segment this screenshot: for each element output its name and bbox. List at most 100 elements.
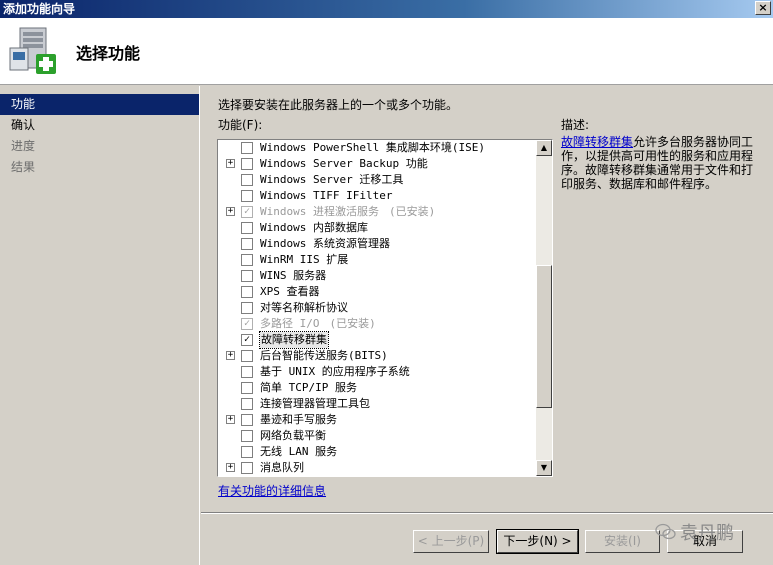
feature-checkbox[interactable] bbox=[241, 190, 253, 202]
feature-name: XPS 查看器 bbox=[260, 285, 320, 298]
feature-checkbox[interactable] bbox=[241, 462, 253, 474]
feature-label: 网络负载平衡 bbox=[260, 428, 326, 444]
description-text: 故障转移群集允许多台服务器协同工作，以提供高可用性的服务和应用程序。故障转移群集… bbox=[561, 135, 761, 191]
feature-label: 墨迹和手写服务 bbox=[260, 412, 337, 428]
feature-checkbox[interactable] bbox=[241, 350, 253, 362]
feature-row[interactable]: + Windows Server Backup 功能 bbox=[218, 156, 536, 172]
expand-icon[interactable]: + bbox=[226, 159, 235, 168]
install-button[interactable]: 安装(I) bbox=[585, 530, 660, 553]
feature-row[interactable]: 无线 LAN 服务 bbox=[218, 444, 536, 460]
feature-name: 简单 TCP/IP 服务 bbox=[260, 381, 357, 394]
feature-row[interactable]: Windows TIFF IFilter bbox=[218, 188, 536, 204]
feature-checkbox[interactable] bbox=[241, 158, 253, 170]
sidebar-item-confirm: 确认 bbox=[11, 118, 36, 132]
feature-name: 对等名称解析协议 bbox=[260, 301, 348, 314]
window-titlebar: 添加功能向导 × bbox=[0, 0, 773, 18]
feature-row[interactable]: Windows 系统资源管理器 bbox=[218, 236, 536, 252]
feature-row[interactable]: 对等名称解析协议 bbox=[218, 300, 536, 316]
feature-label: WinRM IIS 扩展 bbox=[260, 252, 348, 268]
feature-checkbox[interactable] bbox=[241, 222, 253, 234]
close-button[interactable]: × bbox=[755, 1, 771, 15]
feature-name: WINS 服务器 bbox=[260, 269, 327, 282]
feature-label: Windows 进程激活服务 (已安装) bbox=[260, 204, 435, 220]
back-button[interactable]: < 上一步(P) bbox=[413, 530, 489, 553]
scroll-up-button[interactable]: ▲ bbox=[536, 140, 552, 156]
feature-row[interactable]: Windows PowerShell 集成脚本环境(ISE) bbox=[218, 140, 536, 156]
feature-name: Windows 进程激活服务 bbox=[260, 205, 379, 218]
feature-name: Windows Server Backup 功能 bbox=[260, 157, 428, 170]
feature-name: 连接管理器管理工具包 bbox=[260, 397, 370, 410]
feature-name: Windows Server 迁移工具 bbox=[260, 173, 404, 186]
feature-checkbox: ✓ bbox=[241, 318, 253, 330]
server-add-icon bbox=[9, 27, 56, 74]
scroll-thumb[interactable] bbox=[536, 265, 552, 408]
feature-label: 多路径 I/O (已安装) bbox=[260, 316, 376, 332]
feature-name: 无线 LAN 服务 bbox=[260, 445, 338, 458]
feature-name: Windows 内部数据库 bbox=[260, 221, 368, 234]
feature-label: 故障转移群集 bbox=[259, 331, 329, 349]
feature-checkbox[interactable] bbox=[241, 174, 253, 186]
feature-checkbox[interactable] bbox=[241, 302, 253, 314]
feature-label: Windows 内部数据库 bbox=[260, 220, 368, 236]
feature-row[interactable]: XPS 查看器 bbox=[218, 284, 536, 300]
feature-checkbox[interactable] bbox=[241, 286, 253, 298]
feature-row[interactable]: Windows Server 迁移工具 bbox=[218, 172, 536, 188]
feature-label: 连接管理器管理工具包 bbox=[260, 396, 370, 412]
feature-name: Windows TIFF IFilter bbox=[260, 189, 393, 202]
installed-badge: (已安装) bbox=[388, 205, 436, 218]
feature-checkbox[interactable] bbox=[241, 430, 253, 442]
feature-checkbox[interactable] bbox=[241, 414, 253, 426]
feature-row[interactable]: WinRM IIS 扩展 bbox=[218, 252, 536, 268]
wizard-header: 选择功能 bbox=[0, 18, 773, 85]
features-tree[interactable]: Windows PowerShell 集成脚本环境(ISE) + Windows S… bbox=[217, 139, 553, 477]
feature-label: Windows PowerShell 集成脚本环境(ISE) bbox=[260, 140, 485, 156]
feature-checkbox[interactable]: ✓ bbox=[241, 334, 253, 346]
main-panel: 选择要安装在此服务器上的一个或多个功能。 功能(F): Windows Powe… bbox=[201, 86, 773, 512]
feature-row[interactable]: WINS 服务器 bbox=[218, 268, 536, 284]
feature-name: Windows 系统资源管理器 bbox=[260, 237, 390, 250]
expand-icon[interactable]: + bbox=[226, 351, 235, 360]
feature-row[interactable]: 网络负载平衡 bbox=[218, 428, 536, 444]
feature-checkbox[interactable] bbox=[241, 382, 253, 394]
feature-checkbox[interactable] bbox=[241, 446, 253, 458]
feature-row[interactable]: + 墨迹和手写服务 bbox=[218, 412, 536, 428]
feature-name: Windows PowerShell 集成脚本环境(ISE) bbox=[260, 141, 485, 154]
wechat-icon bbox=[655, 523, 676, 540]
feature-checkbox[interactable] bbox=[241, 254, 253, 266]
scroll-down-button[interactable]: ▼ bbox=[536, 460, 552, 476]
feature-row[interactable]: 连接管理器管理工具包 bbox=[218, 396, 536, 412]
feature-row[interactable]: + 后台智能传送服务(BITS) bbox=[218, 348, 536, 364]
feature-name: 网络负载平衡 bbox=[260, 429, 326, 442]
feature-label: WINS 服务器 bbox=[260, 268, 326, 284]
feature-name: 后台智能传送服务(BITS) bbox=[260, 349, 388, 362]
more-info-link[interactable]: 有关功能的详细信息 bbox=[218, 482, 326, 499]
feature-label: XPS 查看器 bbox=[260, 284, 320, 300]
feature-row[interactable]: 简单 TCP/IP 服务 bbox=[218, 380, 536, 396]
feature-checkbox[interactable] bbox=[241, 270, 253, 282]
next-button[interactable]: 下一步(N) > bbox=[496, 529, 579, 554]
feature-row[interactable]: + ✓ Windows 进程激活服务 (已安装) bbox=[218, 204, 536, 220]
feature-checkbox[interactable] bbox=[241, 398, 253, 410]
feature-name: 多路径 I/O bbox=[260, 317, 320, 330]
expand-icon[interactable]: + bbox=[226, 415, 235, 424]
feature-row[interactable]: + 消息队列 bbox=[218, 460, 536, 476]
feature-checkbox[interactable] bbox=[241, 142, 253, 154]
expand-icon[interactable]: + bbox=[226, 463, 235, 472]
expand-icon[interactable]: + bbox=[226, 207, 235, 216]
watermark-text: 袁丹鹏 bbox=[680, 523, 734, 544]
feature-label: 简单 TCP/IP 服务 bbox=[260, 380, 357, 396]
feature-row[interactable]: Windows 内部数据库 bbox=[218, 220, 536, 236]
feature-label: Windows TIFF IFilter bbox=[260, 188, 392, 204]
feature-row[interactable]: 基于 UNIX 的应用程序子系统 bbox=[218, 364, 536, 380]
feature-checkbox[interactable] bbox=[241, 238, 253, 250]
feature-name: 基于 UNIX 的应用程序子系统 bbox=[260, 365, 410, 378]
feature-row[interactable]: ✓ 多路径 I/O (已安装) bbox=[218, 316, 536, 332]
feature-label: 无线 LAN 服务 bbox=[260, 444, 337, 460]
features-scrollbar[interactable]: ▲ ▼ bbox=[536, 140, 552, 476]
feature-checkbox: ✓ bbox=[241, 206, 253, 218]
feature-label: 基于 UNIX 的应用程序子系统 bbox=[260, 364, 410, 380]
sidebar-item-progress: 进度 bbox=[11, 139, 36, 153]
feature-row[interactable]: ✓ 故障转移群集 bbox=[218, 331, 536, 349]
feature-checkbox[interactable] bbox=[241, 366, 253, 378]
description-feature-link[interactable]: 故障转移群集 bbox=[561, 135, 633, 149]
